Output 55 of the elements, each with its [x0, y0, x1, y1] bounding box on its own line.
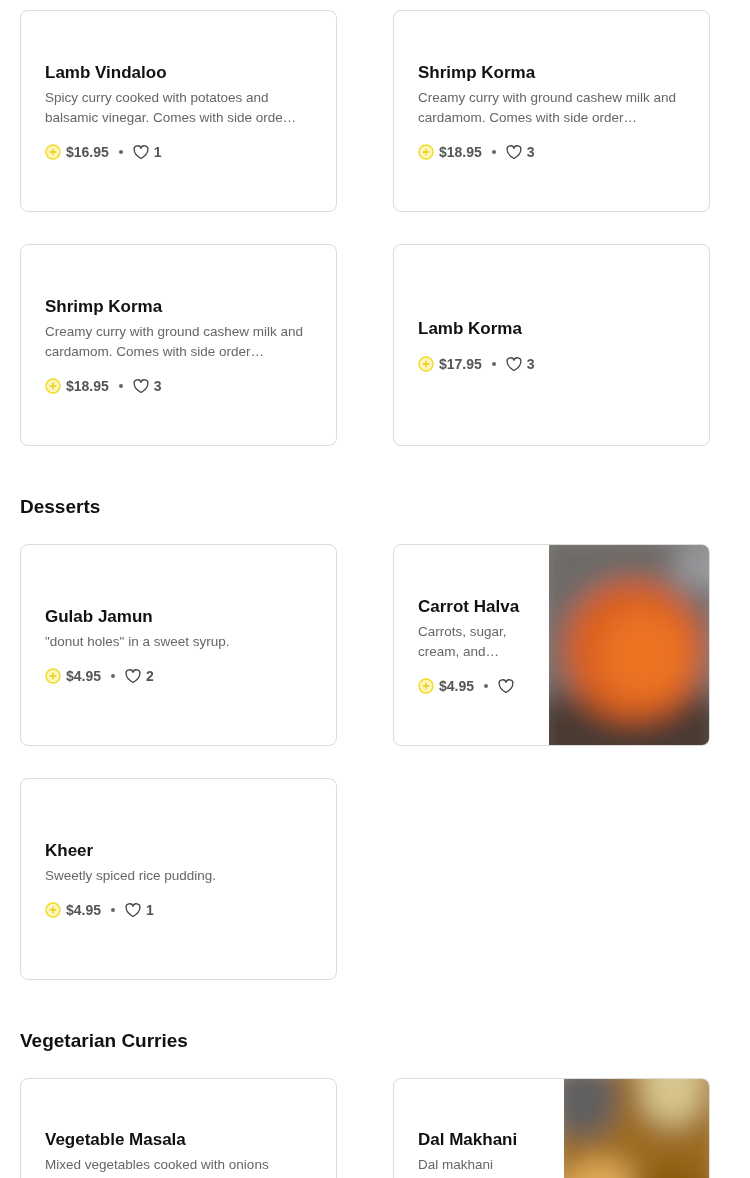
- item-description: Creamy curry with ground cashew milk and cardamom. Comes with side order…: [45, 323, 305, 361]
- like-count: 1: [153, 144, 162, 160]
- item-price: $18.95: [66, 378, 109, 394]
- heart-icon[interactable]: [125, 902, 142, 918]
- item-price: $4.95: [439, 678, 475, 694]
- item-name: Shrimp Korma: [418, 62, 537, 84]
- section-heading: Vegetarian Curries: [20, 1029, 189, 1053]
- menu-item-card[interactable]: Shrimp Korma Creamy curry with ground cashew milk and cardamom. Comes with side order… $18.95 3: [393, 10, 710, 212]
- item-name: Shrimp Korma: [45, 296, 164, 318]
- item-price: $4.95: [66, 902, 102, 918]
- menu-item-card[interactable]: Lamb Korma $17.95 3: [393, 244, 710, 446]
- heart-icon[interactable]: [505, 356, 522, 372]
- menu-item-card[interactable]: Dal Makhani Dal makhani: [393, 1078, 710, 1178]
- like-count: 1: [146, 902, 154, 918]
- menu-item-card[interactable]: Lamb Vindaloo Spicy curry cooked with potatoes and balsamic vinegar. Comes with side orde… $16.95 1: [20, 10, 337, 212]
- heart-icon[interactable]: [505, 144, 522, 160]
- item-description: Creamy curry with ground cashew milk and cardamom. Comes with side order…: [418, 89, 678, 127]
- item-name: Lamb Korma: [418, 318, 523, 340]
- separator-dot-icon: [118, 384, 123, 388]
- menu-item-card[interactable]: Carrot Halva Carrots, sugar, cream, and… $4.95: [393, 544, 710, 746]
- heart-icon[interactable]: [498, 678, 515, 694]
- item-price: $18.95: [439, 144, 482, 160]
- like-count: 3: [526, 356, 535, 372]
- section-heading: Desserts: [20, 495, 102, 519]
- separator-dot-icon: [118, 150, 123, 154]
- item-description: Sweetly spiced rice pudding.: [45, 867, 218, 885]
- item-description: Carrots, sugar, cream, and…: [418, 623, 508, 661]
- item-name: Carrot Halva: [418, 596, 521, 618]
- like-count: 2: [146, 668, 154, 684]
- item-name: Kheer: [45, 840, 95, 862]
- like-count: 3: [526, 144, 535, 160]
- separator-dot-icon: [111, 908, 116, 912]
- heart-icon[interactable]: [125, 668, 142, 684]
- menu-item-card[interactable]: Vegetable Masala Mixed vegetables cooked with onions: [20, 1078, 337, 1178]
- heart-icon[interactable]: [132, 378, 149, 394]
- item-description: Mixed vegetables cooked with onions: [45, 1156, 270, 1174]
- item-name: Lamb Vindaloo: [45, 62, 168, 84]
- item-description: Dal makhani: [418, 1156, 495, 1174]
- separator-dot-icon: [111, 674, 116, 678]
- like-count: 3: [153, 378, 162, 394]
- menu-item-card[interactable]: Shrimp Korma Creamy curry with ground cashew milk and cardamom. Comes with side order… $18.95 3: [20, 244, 337, 446]
- item-price: $16.95: [66, 144, 109, 160]
- item-description: "donut holes" in a sweet syrup.: [45, 633, 231, 651]
- item-name: Gulab Jamun: [45, 606, 154, 628]
- menu-item-card[interactable]: Gulab Jamun "donut holes" in a sweet syrup. $4.95 2: [20, 544, 337, 746]
- separator-dot-icon: [491, 362, 496, 366]
- item-price: $4.95: [66, 668, 102, 684]
- separator-dot-icon: [484, 684, 489, 688]
- separator-dot-icon: [491, 150, 496, 154]
- item-price: $17.95: [439, 356, 482, 372]
- menu-item-card[interactable]: Kheer Sweetly spiced rice pudding. $4.95 1: [20, 778, 337, 980]
- item-description: Spicy curry cooked with potatoes and balsamic vinegar. Comes with side orde…: [45, 89, 298, 127]
- item-name: Dal Makhani: [418, 1129, 519, 1151]
- heart-icon[interactable]: [132, 144, 149, 160]
- item-name: Vegetable Masala: [45, 1129, 187, 1151]
